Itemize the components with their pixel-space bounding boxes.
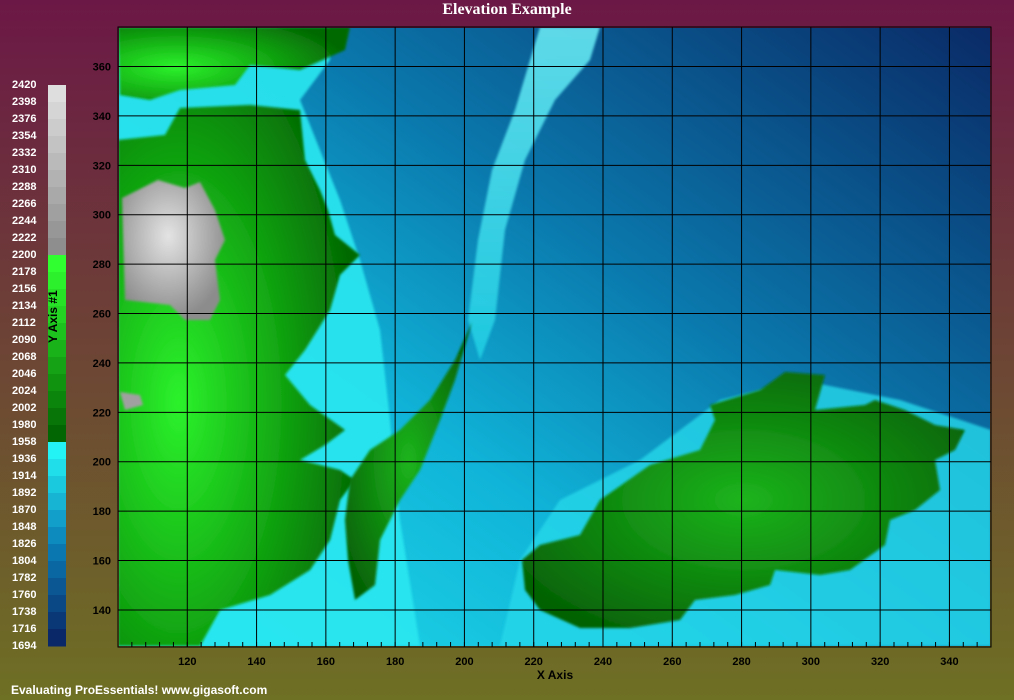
legend-level-label: 2178 — [12, 266, 37, 278]
legend-level-label: 2420 — [12, 79, 37, 91]
legend-swatch — [48, 357, 66, 375]
x-tick-label: 240 — [594, 656, 612, 668]
legend-level-label: 1936 — [12, 453, 37, 465]
legend-level-label: 1694 — [12, 640, 37, 652]
legend-swatch — [48, 493, 66, 511]
y-tick-label: 300 — [93, 210, 111, 222]
legend-swatch — [48, 374, 66, 392]
legend-level-label: 2046 — [12, 368, 37, 380]
legend-level-label: 2222 — [12, 232, 37, 244]
legend-swatch — [48, 238, 66, 256]
legend-swatch — [48, 425, 66, 443]
y-axis-ticks: 140 160 180 200 220 240 260 280 300 320 340 360 — [93, 62, 111, 617]
legend-swatch — [48, 527, 66, 545]
y-tick-label: 140 — [93, 605, 111, 617]
legend-swatch — [48, 612, 66, 630]
legend-level-label: 2288 — [12, 181, 37, 193]
legend-swatch — [48, 119, 66, 137]
legend-level-label: 1848 — [12, 521, 37, 533]
legend-level-label: 2398 — [12, 96, 37, 108]
legend-swatch — [48, 459, 66, 477]
legend-swatch — [48, 408, 66, 426]
y-tick-label: 220 — [93, 407, 111, 419]
legend-swatch — [48, 476, 66, 494]
legend-level-label: 1716 — [12, 623, 37, 635]
legend-level-label: 1870 — [12, 504, 37, 516]
legend-swatch — [48, 442, 66, 460]
legend-level-label: 2112 — [12, 317, 36, 329]
footer-text: Evaluating ProEssentials! www.gigasoft.c… — [11, 683, 268, 697]
legend-level-label: 1826 — [12, 538, 37, 550]
legend-level-label: 2244 — [12, 215, 37, 227]
x-tick-label: 280 — [732, 656, 750, 668]
legend-level-label: 2090 — [12, 334, 37, 346]
x-tick-label: 320 — [871, 656, 889, 668]
legend-level-label: 2266 — [12, 198, 37, 210]
chart-plot: 120 140 160 180 200 220 240 260 280 300 320 340 140… — [48, 26, 992, 668]
legend-level-label: 2376 — [12, 113, 37, 125]
legend-level-label: 1804 — [12, 555, 37, 567]
legend-swatch — [48, 629, 66, 647]
legend-swatch — [48, 391, 66, 409]
y-tick-label: 200 — [93, 457, 111, 469]
y-tick-label: 180 — [93, 506, 111, 518]
legend-swatch — [48, 204, 66, 222]
legend-level-label: 2002 — [12, 402, 37, 414]
legend-level-label: 1892 — [12, 487, 37, 499]
legend-swatch — [48, 187, 66, 205]
legend-swatch — [48, 85, 66, 103]
x-tick-label: 160 — [317, 656, 335, 668]
legend-swatch — [48, 102, 66, 120]
x-tick-label: 120 — [178, 656, 196, 668]
x-tick-label: 140 — [247, 656, 265, 668]
legend-level-label: 2354 — [12, 130, 37, 142]
y-tick-label: 160 — [93, 556, 111, 568]
legend-level-label: 1782 — [12, 572, 37, 584]
legend-level-label: 1980 — [12, 419, 37, 431]
legend-swatch — [48, 153, 66, 171]
legend-level-label: 2200 — [12, 249, 37, 261]
legend-swatch — [48, 544, 66, 562]
legend-level-label: 2310 — [12, 164, 37, 176]
x-tick-label: 260 — [663, 656, 681, 668]
legend-swatch — [48, 578, 66, 596]
legend-swatch — [48, 272, 66, 290]
legend-swatch — [48, 136, 66, 154]
legend-level-label: 1958 — [12, 436, 37, 448]
y-axis-label: Y Axis #1 — [46, 290, 60, 343]
legend-swatch — [48, 561, 66, 579]
color-legend — [48, 85, 66, 647]
legend-level-label: 2024 — [12, 385, 37, 397]
legend-swatch — [48, 255, 66, 273]
y-tick-label: 240 — [93, 358, 111, 370]
legend-level-label: 2332 — [12, 147, 37, 159]
legend-swatch — [48, 510, 66, 528]
y-tick-label: 340 — [93, 111, 111, 123]
x-tick-label: 180 — [386, 656, 404, 668]
legend-swatch — [48, 595, 66, 613]
x-axis-label: X Axis — [536, 668, 574, 682]
y-tick-label: 260 — [93, 309, 111, 321]
legend-level-label: 2068 — [12, 351, 37, 363]
x-tick-label: 220 — [525, 656, 543, 668]
y-tick-label: 280 — [93, 259, 111, 271]
legend-level-label: 2134 — [12, 300, 37, 312]
elevation-surface — [119, 28, 990, 646]
legend-level-label: 2156 — [12, 283, 37, 295]
y-tick-label: 320 — [93, 160, 111, 172]
legend-swatch — [48, 221, 66, 239]
x-tick-label: 300 — [802, 656, 820, 668]
x-tick-label: 340 — [940, 656, 958, 668]
y-tick-label: 360 — [93, 62, 111, 74]
legend-swatch — [48, 170, 66, 188]
x-tick-label: 200 — [455, 656, 473, 668]
legend-level-label: 1760 — [12, 589, 37, 601]
legend-level-label: 1738 — [12, 606, 37, 618]
legend-level-label: 1914 — [12, 470, 37, 482]
